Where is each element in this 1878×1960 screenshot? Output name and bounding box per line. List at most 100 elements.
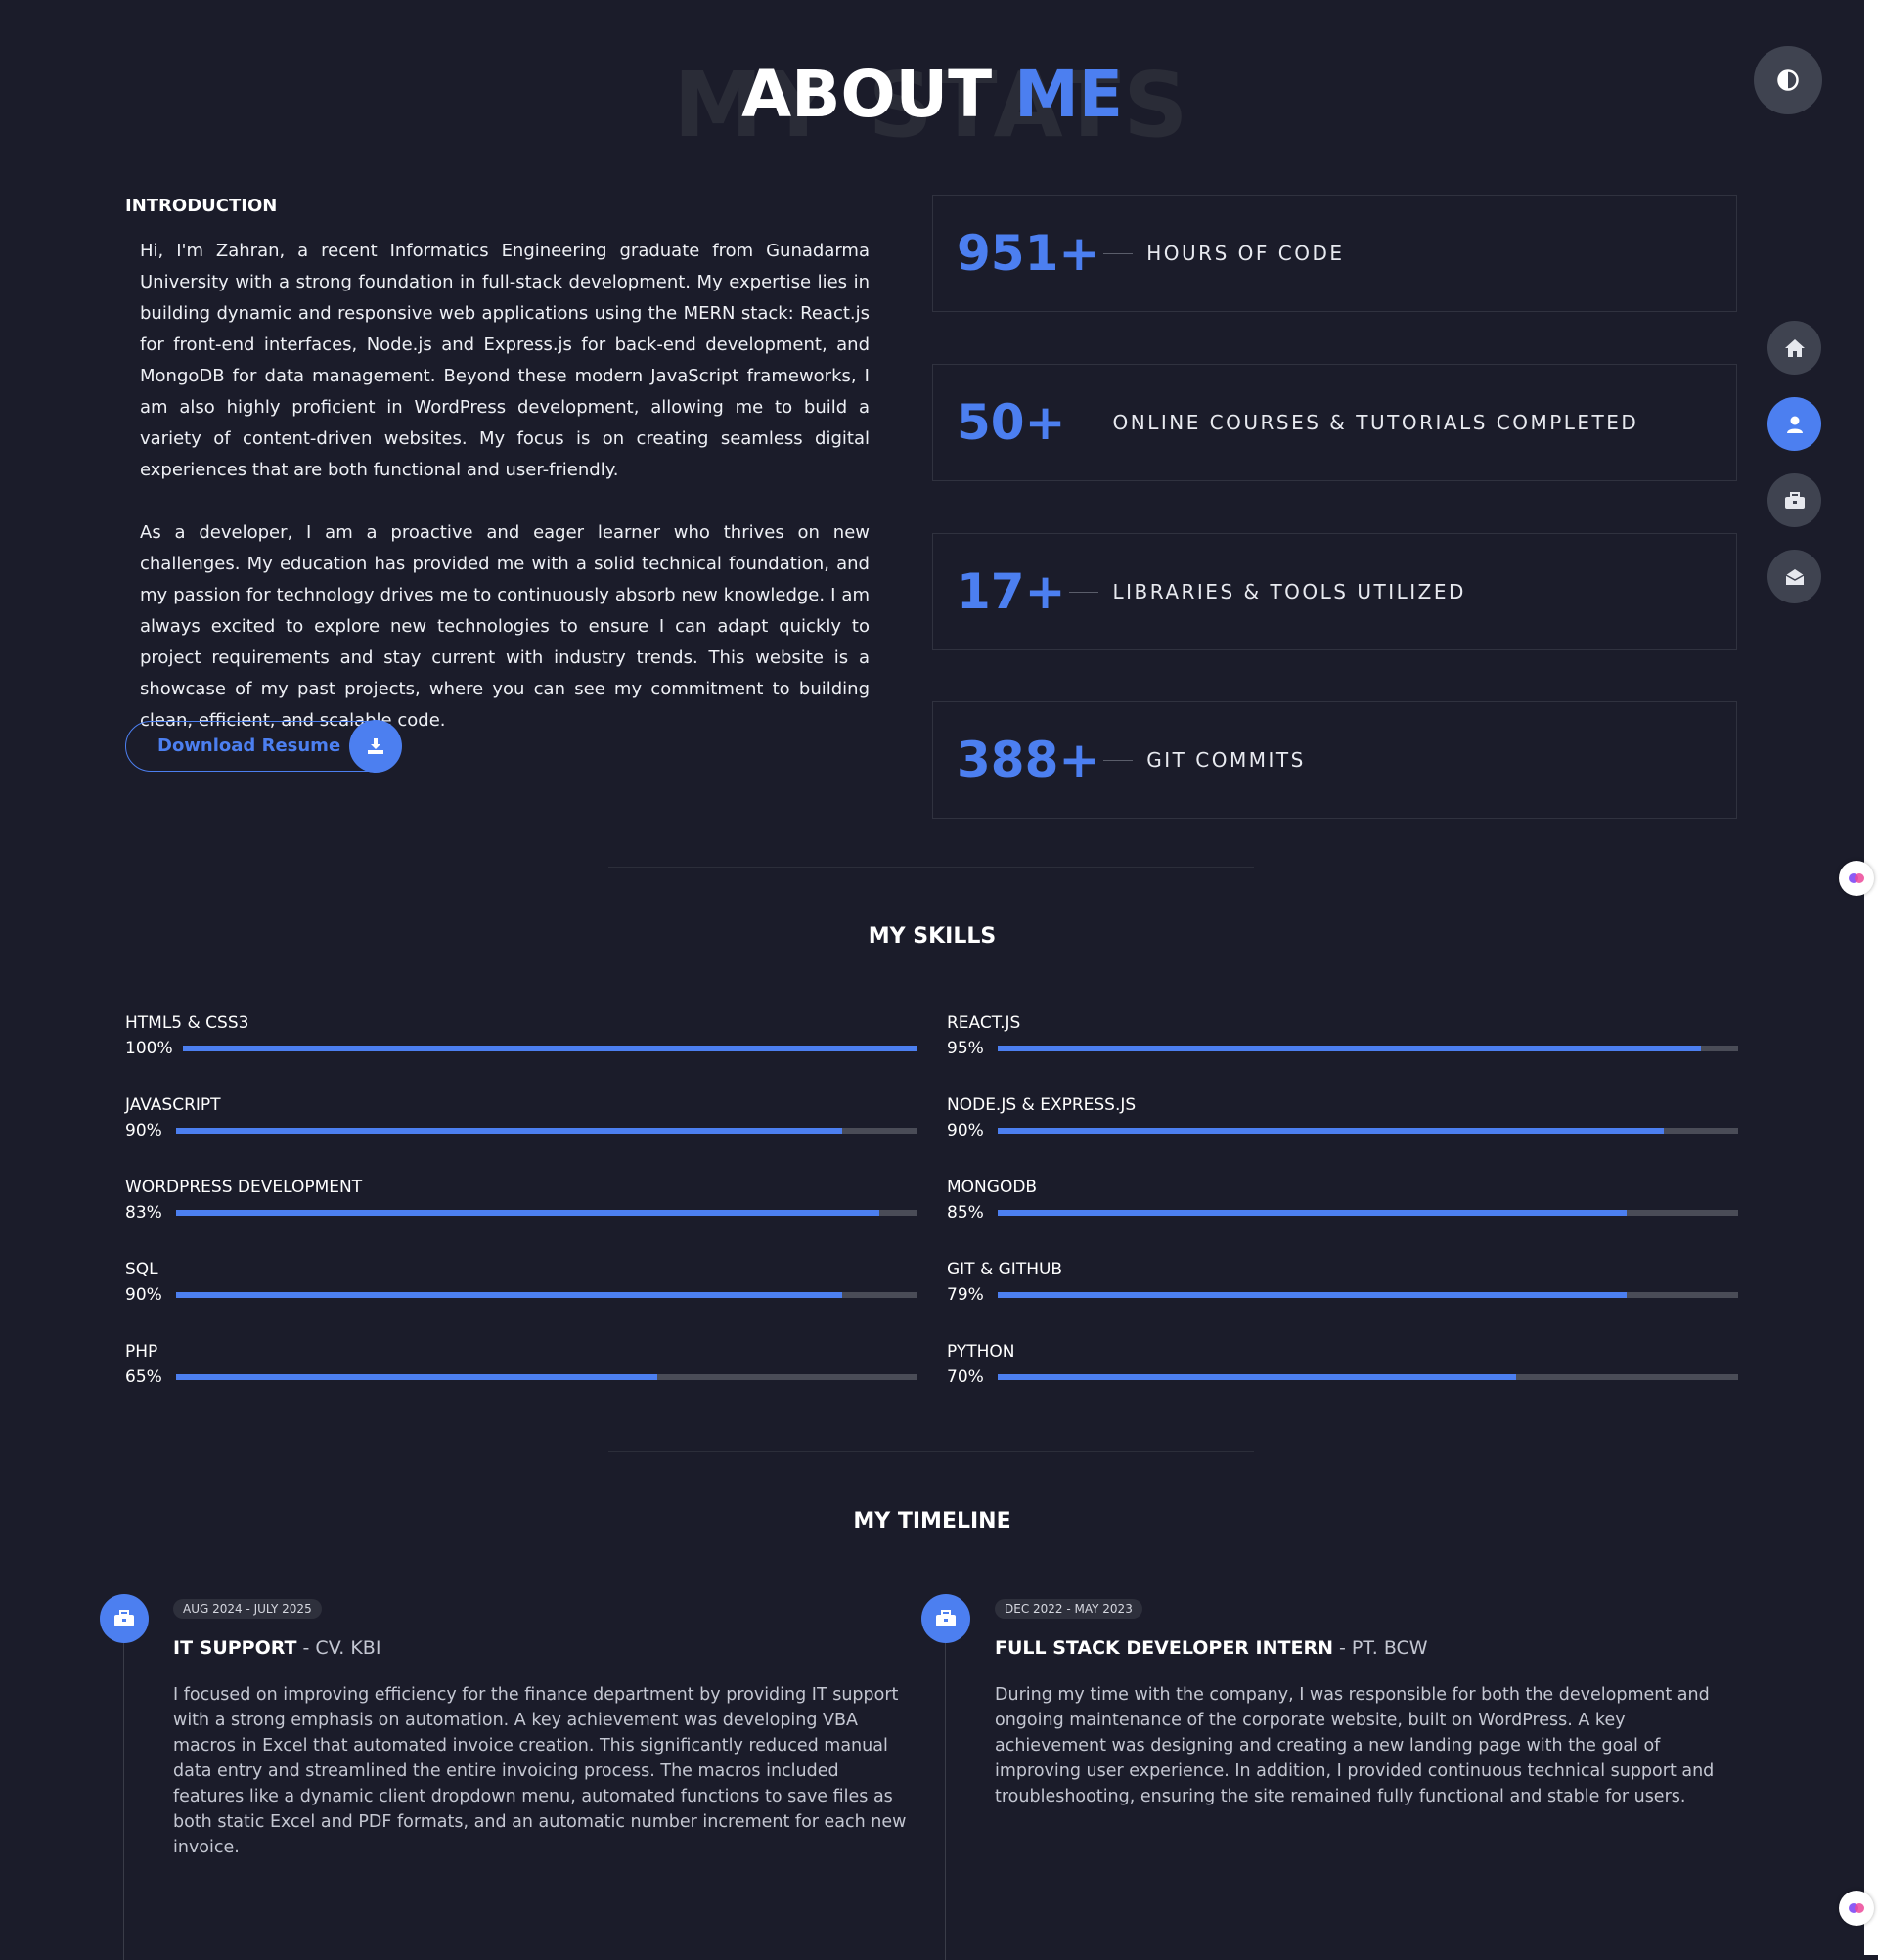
stat-value: 388+ [957, 732, 1100, 788]
skill-progress-row: 83% [125, 1203, 917, 1223]
timeline-description: I focused on improving efficiency for th… [173, 1685, 907, 1857]
briefcase-icon [100, 1594, 149, 1643]
skill-percent: 79% [947, 1285, 984, 1305]
skill-name: PHP [125, 1342, 158, 1361]
stat-card: 388+ GIT COMMITS [932, 701, 1737, 819]
skill-bar-track [998, 1128, 1738, 1134]
timeline-heading: FULL STACK DEVELOPER INTERN - PT. BCW [995, 1637, 1428, 1659]
download-resume-button[interactable]: Download Resume [125, 720, 402, 773]
skills-column-left: HTML5 & CSS3 100% JAVASCRIPT 90% WORDPRESS D… [125, 1013, 917, 1424]
stat-value: 17+ [957, 563, 1066, 620]
section-divider [608, 867, 1254, 868]
skill-item: GIT & GITHUB 79% [947, 1260, 1738, 1342]
skill-bar-track [998, 1374, 1738, 1380]
skill-progress-row: 100% [125, 1039, 917, 1058]
title-main: ABOUT [741, 57, 993, 132]
skill-progress-row: 90% [125, 1121, 917, 1140]
skill-bar-fill [176, 1374, 658, 1380]
timeline-line [945, 1643, 946, 1960]
download-icon [349, 720, 402, 773]
skill-bar-track [176, 1210, 917, 1216]
timeline-line [123, 1643, 124, 1960]
contrast-icon [1777, 69, 1799, 91]
skill-item: PYTHON 70% [947, 1342, 1738, 1424]
section-divider [608, 1451, 1254, 1452]
nav-contact-button[interactable] [1767, 550, 1821, 603]
skill-item: PHP 65% [125, 1342, 917, 1424]
skill-bar-fill [998, 1374, 1516, 1380]
skill-item: SQL 90% [125, 1260, 917, 1342]
stat-label: HOURS OF CODE [1146, 242, 1345, 265]
stat-value: 50+ [957, 394, 1066, 451]
stat-card: 951+ HOURS OF CODE [932, 195, 1737, 312]
page-edge [1864, 0, 1878, 1955]
timeline-heading: IT SUPPORT - CV. KBI [173, 1637, 380, 1659]
skill-bar-fill [176, 1292, 843, 1298]
stat-value: 951+ [957, 225, 1100, 282]
skill-name: SQL [125, 1260, 158, 1279]
skill-progress-row: 85% [947, 1203, 1738, 1223]
skill-bar-fill [176, 1128, 843, 1134]
briefcase-icon [921, 1594, 970, 1643]
skill-bar-fill [998, 1128, 1665, 1134]
skill-name: HTML5 & CSS3 [125, 1013, 249, 1033]
title-accent: ME [1014, 57, 1123, 132]
stat-card: 17+ LIBRARIES & TOOLS UTILIZED [932, 533, 1737, 650]
skill-bar-track [998, 1046, 1738, 1051]
skill-bar-track [998, 1292, 1738, 1298]
home-icon [1784, 338, 1805, 357]
skill-bar-track [176, 1292, 917, 1298]
nav-portfolio-button[interactable] [1767, 473, 1821, 527]
skill-name: MONGODB [947, 1178, 1038, 1197]
skill-bar-fill [176, 1210, 880, 1216]
stat-divider [1069, 591, 1099, 593]
skill-percent: 100% [125, 1039, 173, 1058]
skill-progress-row: 90% [947, 1121, 1738, 1140]
stat-label: LIBRARIES & TOOLS UTILIZED [1112, 580, 1466, 603]
skill-item: NODE.JS & EXPRESS.JS 90% [947, 1095, 1738, 1178]
skill-percent: 85% [947, 1203, 984, 1223]
timeline-company: - CV. KBI [296, 1637, 381, 1659]
skill-progress-row: 90% [125, 1285, 917, 1305]
timeline-company: - PT. BCW [1333, 1637, 1428, 1659]
skill-name: PYTHON [947, 1342, 1015, 1361]
skill-name: NODE.JS & EXPRESS.JS [947, 1095, 1137, 1115]
skill-percent: 65% [125, 1367, 162, 1387]
nav-home-button[interactable] [1767, 321, 1821, 375]
skill-item: MONGODB 85% [947, 1178, 1738, 1260]
page-title: ABOUT ME [0, 57, 1864, 132]
skill-progress-row: 95% [947, 1039, 1738, 1058]
stat-card: 50+ ONLINE COURSES & TUTORIALS COMPLETED [932, 364, 1737, 481]
download-resume-label: Download Resume [157, 735, 341, 756]
nav-about-button[interactable] [1767, 397, 1821, 451]
theme-toggle-button[interactable] [1754, 46, 1822, 114]
extension-badge-icon[interactable] [1839, 861, 1874, 896]
introduction-paragraph-2: As a developer, I am a proactive and eag… [140, 522, 870, 731]
briefcase-icon [1784, 491, 1805, 509]
skill-progress-row: 65% [125, 1367, 917, 1387]
skill-progress-row: 79% [947, 1285, 1738, 1305]
extension-badge-icon[interactable] [1839, 1891, 1874, 1926]
skill-item: JAVASCRIPT 90% [125, 1095, 917, 1178]
stat-divider [1103, 252, 1134, 254]
timeline-description: During my time with the company, I was r… [995, 1685, 1715, 1806]
skill-bar-fill [998, 1292, 1628, 1298]
user-icon [1786, 416, 1803, 433]
timeline-date-badge: AUG 2024 - JULY 2025 [173, 1599, 322, 1619]
skill-name: GIT & GITHUB [947, 1260, 1063, 1279]
skill-bar-track [998, 1210, 1738, 1216]
skill-percent: 90% [125, 1285, 162, 1305]
skill-item: REACT.JS 95% [947, 1013, 1738, 1095]
stat-label: GIT COMMITS [1146, 748, 1306, 772]
skills-column-right: REACT.JS 95% NODE.JS & EXPRESS.JS 90% MONGOD… [947, 1013, 1738, 1424]
skill-name: JAVASCRIPT [125, 1095, 221, 1115]
skill-bar-track [176, 1128, 917, 1134]
skill-bar-track [176, 1374, 917, 1380]
stat-divider [1103, 759, 1134, 761]
page-header: MY STATS ABOUT ME [0, 39, 1864, 157]
skill-name: WORDPRESS DEVELOPMENT [125, 1178, 363, 1197]
timeline-role: FULL STACK DEVELOPER INTERN [995, 1637, 1333, 1659]
skill-percent: 70% [947, 1367, 984, 1387]
stat-label: ONLINE COURSES & TUTORIALS COMPLETED [1112, 411, 1639, 434]
introduction-heading: INTRODUCTION [125, 196, 278, 216]
